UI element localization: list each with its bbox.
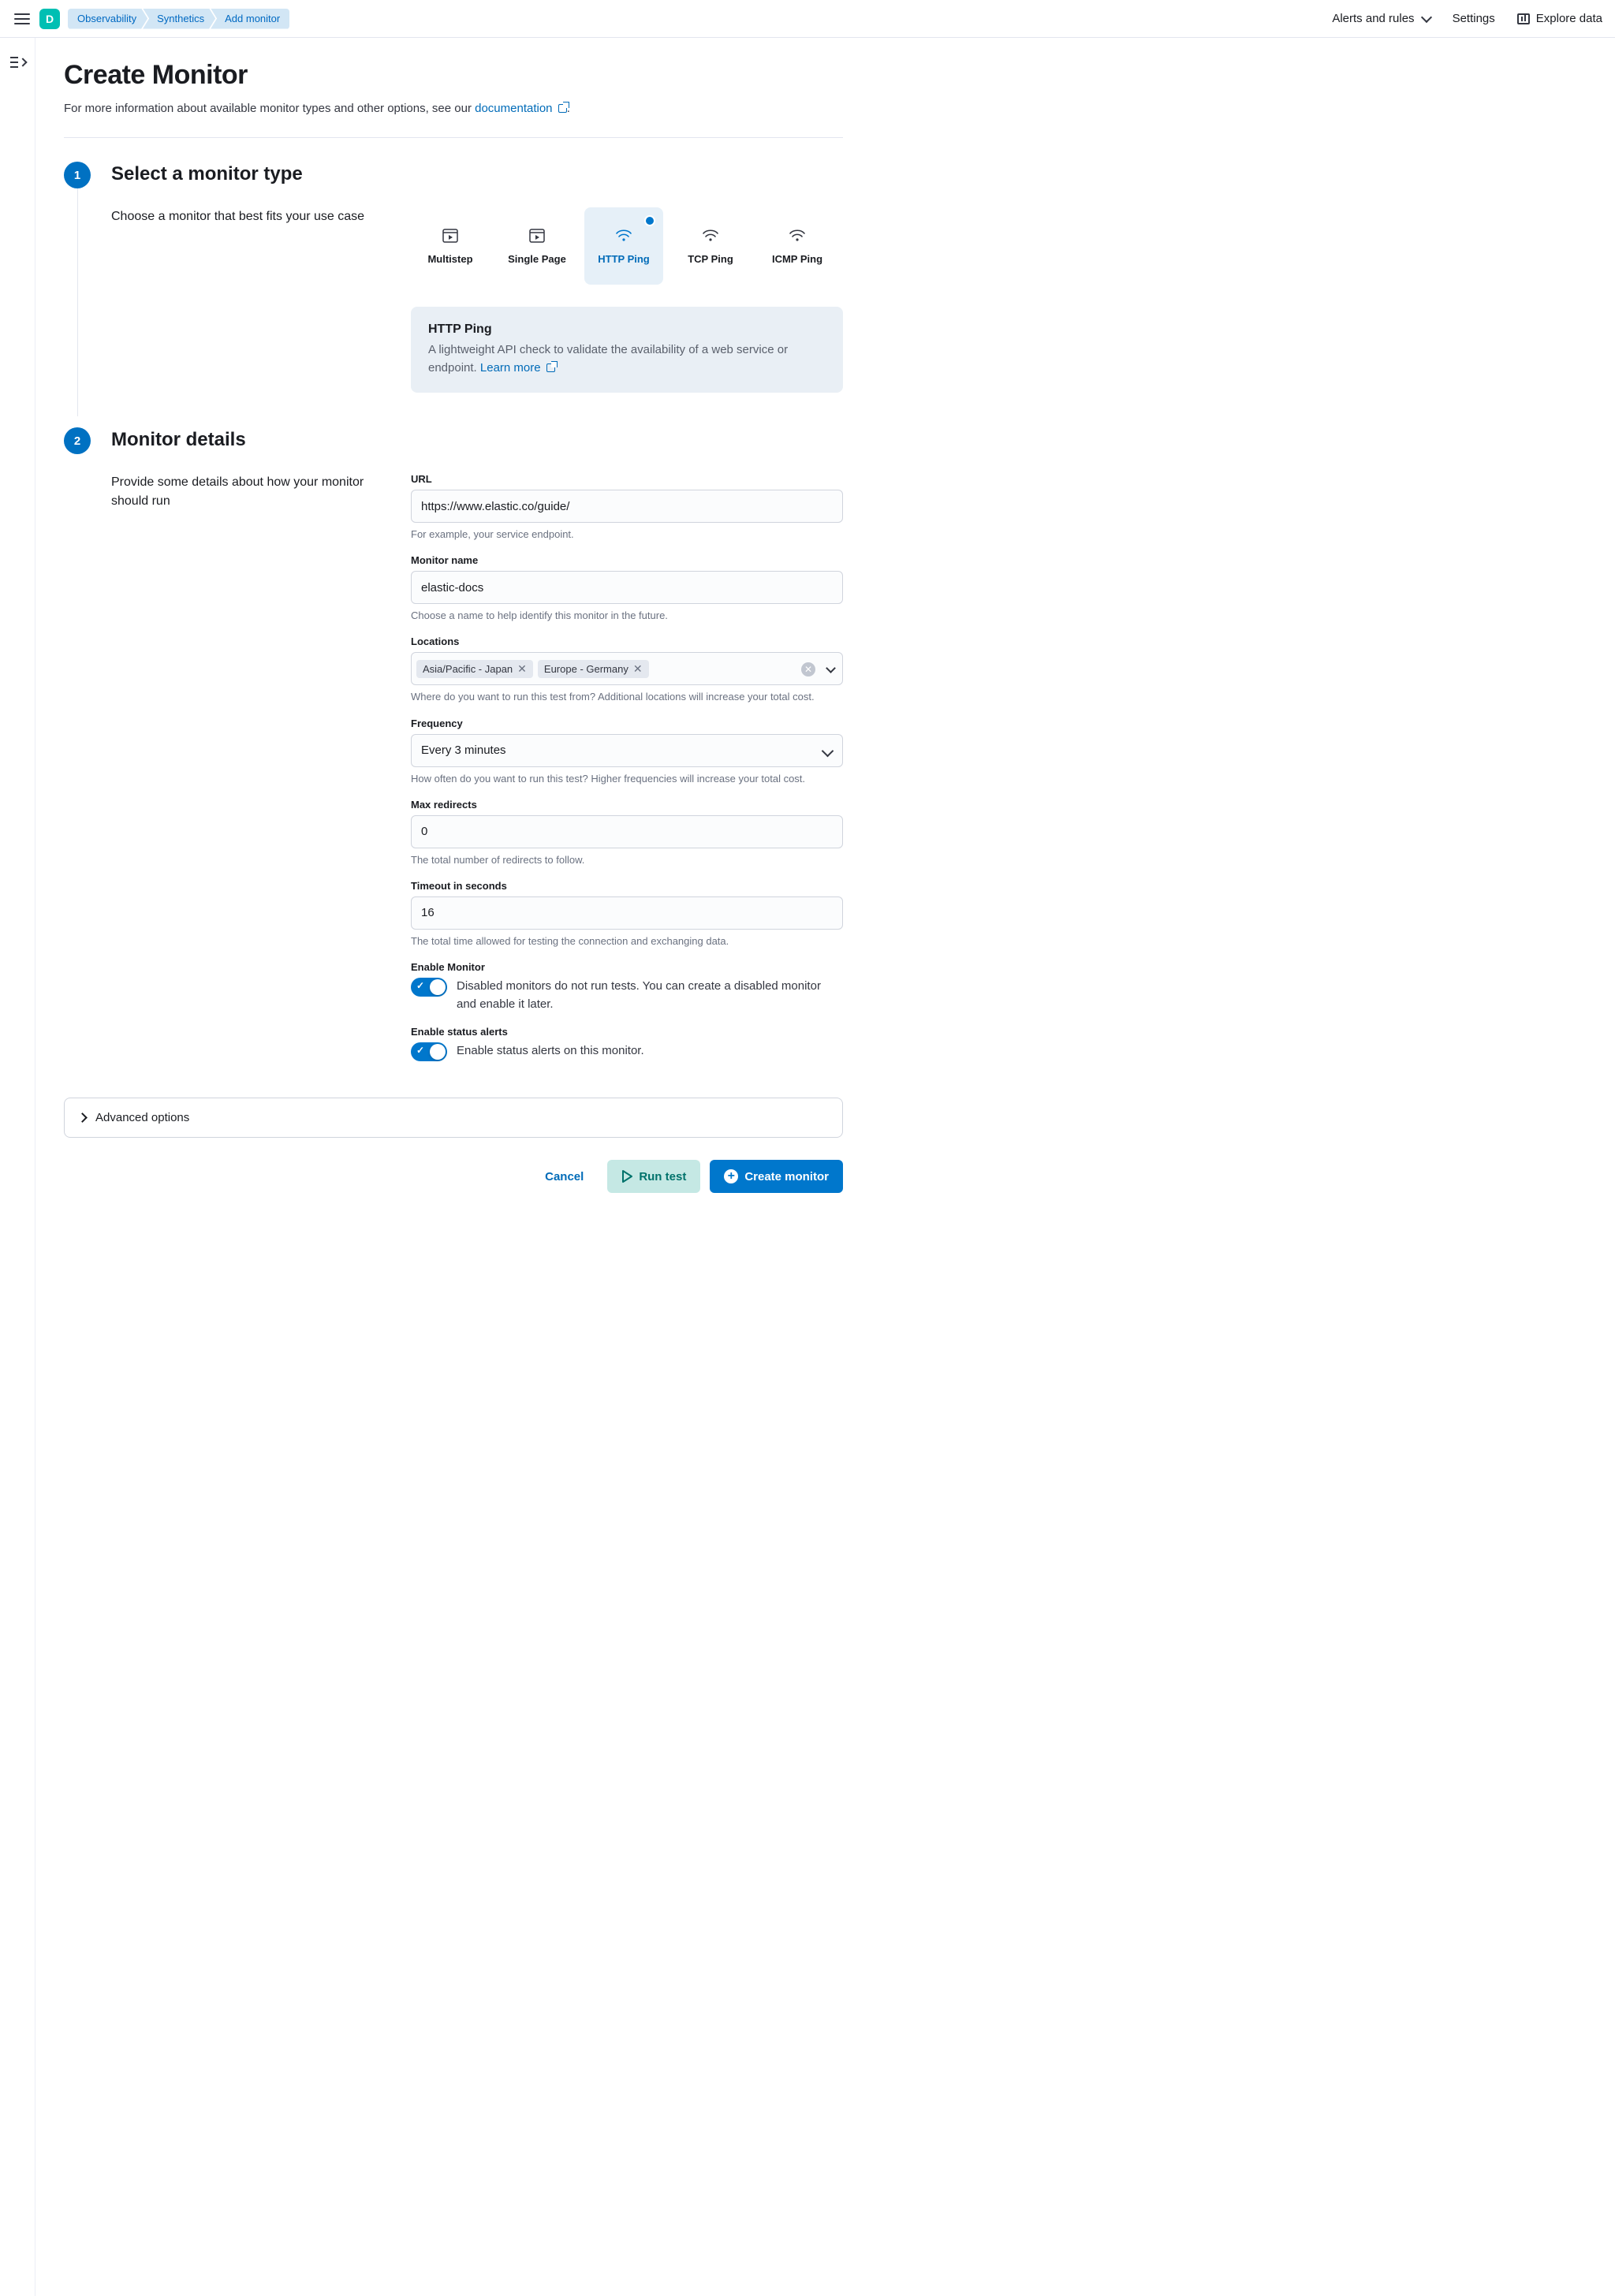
url-help: For example, your service endpoint.	[411, 527, 843, 542]
footer-actions: Cancel Run test + Create monitor	[64, 1160, 843, 1193]
step-2-description: Provide some details about how your moni…	[111, 473, 379, 1074]
remove-location-icon[interactable]: ✕	[517, 663, 527, 674]
frequency-select[interactable]: Every 3 minutes	[411, 734, 843, 767]
enable-alerts-toggle[interactable]	[411, 1042, 447, 1061]
advanced-options-label: Advanced options	[95, 1111, 189, 1124]
page-title: Create Monitor	[64, 60, 843, 91]
chart-icon	[1517, 13, 1530, 24]
clear-locations-icon[interactable]: ✕	[801, 662, 815, 676]
wifi-icon	[789, 228, 806, 244]
monitor-name-input[interactable]	[411, 571, 843, 604]
enable-alerts-label: Enable status alerts	[411, 1026, 843, 1038]
topbar: D Observability Synthetics Add monitor A…	[0, 0, 1615, 38]
external-link-icon	[546, 363, 555, 372]
step-1: 1 Select a monitor type Choose a monitor…	[64, 162, 843, 393]
monitor-name-help: Choose a name to help identify this moni…	[411, 609, 843, 623]
chevron-down-icon[interactable]	[826, 664, 836, 674]
remove-location-icon[interactable]: ✕	[633, 663, 643, 674]
step-number-1: 1	[64, 162, 91, 188]
create-monitor-button[interactable]: + Create monitor	[710, 1160, 843, 1193]
monitor-type-single-page[interactable]: Single Page	[498, 207, 576, 285]
step-number-2: 2	[64, 427, 91, 454]
wifi-icon	[615, 228, 632, 244]
cancel-button[interactable]: Cancel	[531, 1160, 598, 1193]
advanced-options-accordion[interactable]: Advanced options	[64, 1098, 843, 1138]
locations-combobox[interactable]: Asia/Pacific - Japan ✕ Europe - Germany …	[411, 652, 843, 685]
selected-indicator-icon	[644, 215, 655, 226]
max-redirects-help: The total number of redirects to follow.	[411, 853, 843, 867]
timeout-input[interactable]	[411, 896, 843, 930]
frequency-label: Frequency	[411, 718, 843, 729]
step-1-description: Choose a monitor that best fits your use…	[111, 207, 379, 393]
frequency-help: How often do you want to run this test? …	[411, 772, 843, 786]
timeout-label: Timeout in seconds	[411, 880, 843, 892]
max-redirects-input[interactable]	[411, 815, 843, 848]
monitor-type-tcp-ping[interactable]: TCP Ping	[671, 207, 750, 285]
alerts-and-rules-menu[interactable]: Alerts and rules	[1332, 12, 1430, 25]
step-2-title: Monitor details	[111, 429, 843, 451]
page-subtitle: For more information about available mon…	[64, 102, 843, 115]
breadcrumb-add-monitor[interactable]: Add monitor	[211, 9, 289, 29]
run-test-button[interactable]: Run test	[607, 1160, 700, 1193]
menu-icon[interactable]	[13, 9, 32, 28]
location-tag: Asia/Pacific - Japan ✕	[416, 660, 533, 678]
chevron-right-icon	[77, 1113, 88, 1123]
explore-data-link[interactable]: Explore data	[1517, 12, 1602, 25]
play-icon	[621, 1170, 632, 1183]
monitor-type-http-ping[interactable]: HTTP Ping	[584, 207, 663, 285]
wifi-icon	[702, 228, 719, 244]
enable-alerts-desc: Enable status alerts on this monitor.	[457, 1042, 644, 1060]
enable-monitor-label: Enable Monitor	[411, 961, 843, 973]
url-label: URL	[411, 473, 843, 485]
monitor-type-multistep[interactable]: Multistep	[411, 207, 490, 285]
breadcrumb: Observability Synthetics Add monitor	[68, 9, 289, 29]
left-rail	[0, 38, 35, 2296]
enable-monitor-desc: Disabled monitors do not run tests. You …	[457, 978, 843, 1013]
step-2: 2 Monitor details Provide some details a…	[64, 427, 843, 1074]
timeout-help: The total time allowed for testing the c…	[411, 934, 843, 949]
logo-badge[interactable]: D	[39, 9, 60, 29]
learn-more-link[interactable]: Learn more	[480, 361, 555, 375]
breadcrumb-observability[interactable]: Observability	[68, 9, 147, 29]
monitor-name-label: Monitor name	[411, 554, 843, 566]
browser-play-icon	[528, 228, 546, 244]
monitor-type-icmp-ping[interactable]: ICMP Ping	[758, 207, 837, 285]
monitor-type-cards: Multistep Single Page	[411, 207, 843, 285]
documentation-link[interactable]: documentation	[475, 102, 567, 115]
step-1-title: Select a monitor type	[111, 163, 843, 185]
external-link-icon	[558, 104, 567, 113]
browser-play-icon	[442, 228, 459, 244]
settings-link[interactable]: Settings	[1453, 12, 1495, 25]
plus-circle-icon: +	[724, 1169, 738, 1183]
location-tag: Europe - Germany ✕	[538, 660, 649, 678]
expand-sidebar-icon[interactable]	[10, 57, 24, 68]
max-redirects-label: Max redirects	[411, 799, 843, 811]
info-panel-title: HTTP Ping	[428, 322, 826, 337]
locations-help: Where do you want to run this test from?…	[411, 690, 843, 704]
breadcrumb-synthetics[interactable]: Synthetics	[143, 9, 215, 29]
locations-label: Locations	[411, 636, 843, 647]
monitor-type-info-panel: HTTP Ping A lightweight API check to val…	[411, 307, 843, 393]
enable-monitor-toggle[interactable]	[411, 978, 447, 997]
url-input[interactable]	[411, 490, 843, 523]
divider	[64, 137, 843, 138]
